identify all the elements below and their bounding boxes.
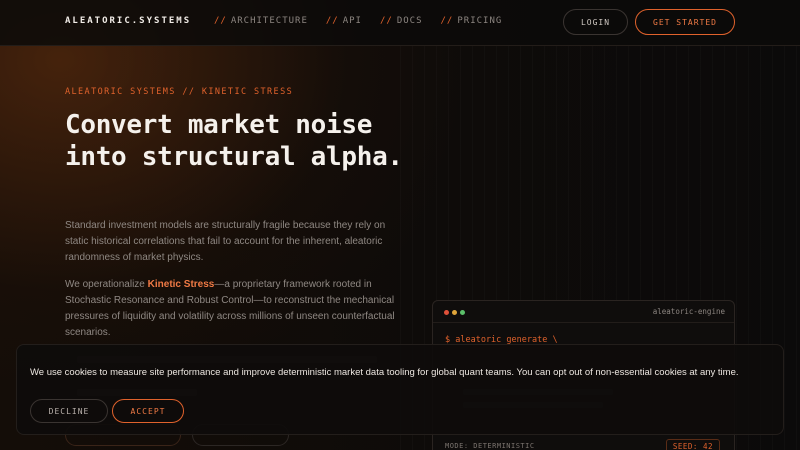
close-dot-icon — [444, 310, 449, 315]
terminal-header: aleatoric-engine — [433, 301, 734, 323]
brand-logo[interactable]: ALEATORIC.SYSTEMS — [65, 16, 191, 26]
cookie-banner: We use cookies to measure site performan… — [16, 344, 784, 435]
decline-cookies-button[interactable]: DECLINE — [30, 399, 108, 423]
nav-links: //ARCHITECTURE //API //DOCS //PRICING — [214, 16, 502, 26]
hero-eyebrow: ALEATORIC SYSTEMS // KINETIC STRESS — [65, 87, 294, 97]
hero-headline: Convert market noise into structural alp… — [65, 110, 403, 172]
top-nav: ALEATORIC.SYSTEMS //ARCHITECTURE //API /… — [0, 0, 800, 46]
nav-link-architecture[interactable]: //ARCHITECTURE — [214, 16, 308, 26]
login-button[interactable]: LOGIN — [563, 9, 628, 35]
terminal-title: aleatoric-engine — [652, 307, 725, 316]
get-started-button[interactable]: GET STARTED — [635, 9, 735, 35]
cookie-message: We use cookies to measure site performan… — [30, 367, 739, 378]
maximize-dot-icon — [460, 310, 465, 315]
terminal-seed-badge: SEED: 42 — [665, 439, 720, 450]
accept-cookies-button[interactable]: ACCEPT — [112, 399, 184, 423]
terminal-mode: MODE: DETERMINISTIC — [445, 442, 535, 450]
nav-link-pricing[interactable]: //PRICING — [441, 16, 503, 26]
minimize-dot-icon — [452, 310, 457, 315]
hero-paragraph-1: Standard investment models are structura… — [65, 220, 386, 263]
nav-link-api[interactable]: //API — [326, 16, 362, 26]
nav-link-docs[interactable]: //DOCS — [380, 16, 423, 26]
hero-paragraph-2: We operationalize Kinetic Stress—a propr… — [65, 279, 395, 338]
kinetic-stress-highlight: Kinetic Stress — [147, 279, 215, 290]
